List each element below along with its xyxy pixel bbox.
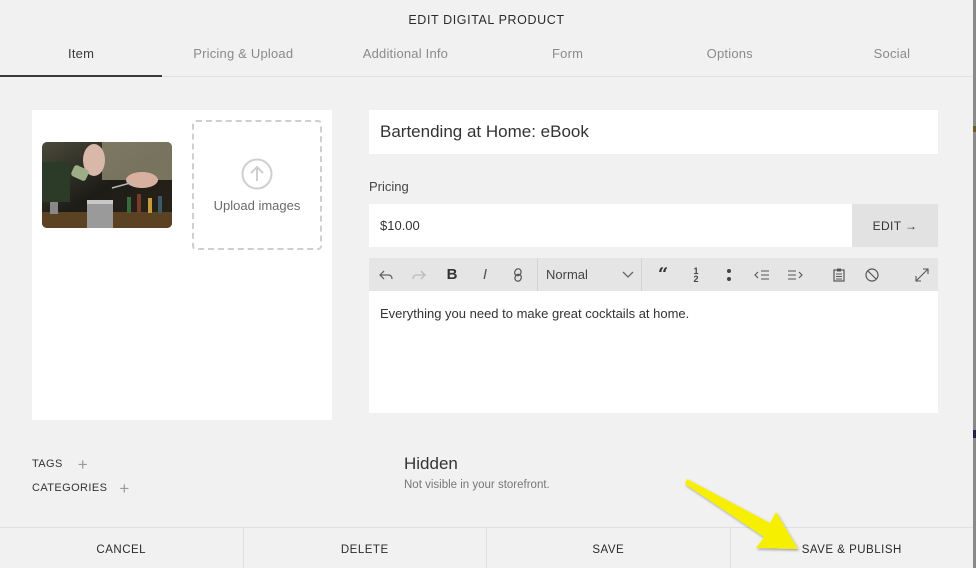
dialog-title: EDIT DIGITAL PRODUCT xyxy=(408,13,565,27)
chevron-down-icon xyxy=(622,271,634,278)
indent-icon[interactable] xyxy=(784,258,806,291)
text-format-value: Normal xyxy=(546,267,588,282)
outdent-icon[interactable] xyxy=(751,258,773,291)
expand-icon[interactable] xyxy=(911,258,933,291)
add-category-icon[interactable]: + xyxy=(119,480,129,497)
delete-button[interactable]: DELETE xyxy=(244,528,487,568)
bulleted-list-icon[interactable] xyxy=(718,258,740,291)
description-editor[interactable]: Everything you need to make great cockta… xyxy=(369,291,938,413)
tags-label: TAGS xyxy=(32,458,63,470)
tab-form[interactable]: Form xyxy=(487,40,649,76)
price-input[interactable] xyxy=(369,204,852,247)
dialog-footer: CANCEL DELETE SAVE SAVE & PUBLISH xyxy=(0,527,973,568)
tab-options[interactable]: Options xyxy=(649,40,811,76)
save-button[interactable]: SAVE xyxy=(487,528,731,568)
product-thumbnail[interactable] xyxy=(42,142,172,228)
rich-text-toolbar: B I Normal “ 12 xyxy=(369,258,938,291)
bold-icon[interactable]: B xyxy=(441,258,463,291)
toolbar-divider xyxy=(641,258,642,291)
blockquote-icon[interactable]: “ xyxy=(652,258,674,291)
visibility-status[interactable]: Hidden xyxy=(404,454,458,474)
clear-format-icon[interactable] xyxy=(861,258,883,291)
undo-icon[interactable] xyxy=(375,258,397,291)
link-icon[interactable] xyxy=(507,258,529,291)
description-text: Everything you need to make great cockta… xyxy=(380,306,690,321)
tab-bar: Item Pricing & Upload Additional Info Fo… xyxy=(0,40,973,77)
visibility-description: Not visible in your storefront. xyxy=(404,479,550,491)
tab-additional-info[interactable]: Additional Info xyxy=(324,40,486,76)
save-publish-button[interactable]: SAVE & PUBLISH xyxy=(731,528,974,568)
paste-icon[interactable] xyxy=(828,258,850,291)
tab-pricing-upload[interactable]: Pricing & Upload xyxy=(162,40,324,76)
italic-icon[interactable]: I xyxy=(474,258,496,291)
upload-images-dropzone[interactable]: Upload images xyxy=(192,120,322,250)
categories-label: CATEGORIES xyxy=(32,482,108,494)
upload-arrow-circle-icon xyxy=(241,158,273,190)
edit-product-dialog: EDIT DIGITAL PRODUCT Item Pricing & Uplo… xyxy=(0,0,973,568)
redo-icon[interactable] xyxy=(408,258,430,291)
tab-item[interactable]: Item xyxy=(0,40,163,77)
tab-social[interactable]: Social xyxy=(811,40,973,76)
add-tag-icon[interactable]: + xyxy=(78,456,88,473)
numbered-list-icon[interactable]: 12 xyxy=(685,258,707,291)
edit-pricing-button[interactable]: EDIT → xyxy=(852,204,938,247)
upload-images-label: Upload images xyxy=(213,198,301,213)
images-panel: Upload images xyxy=(32,110,332,420)
pricing-label: Pricing xyxy=(369,179,409,194)
tags-row: TAGS + xyxy=(32,456,88,473)
cancel-button[interactable]: CANCEL xyxy=(0,528,244,568)
product-title-input[interactable] xyxy=(369,110,938,154)
categories-row: CATEGORIES + xyxy=(32,480,130,497)
text-format-select[interactable]: Normal xyxy=(538,258,641,291)
